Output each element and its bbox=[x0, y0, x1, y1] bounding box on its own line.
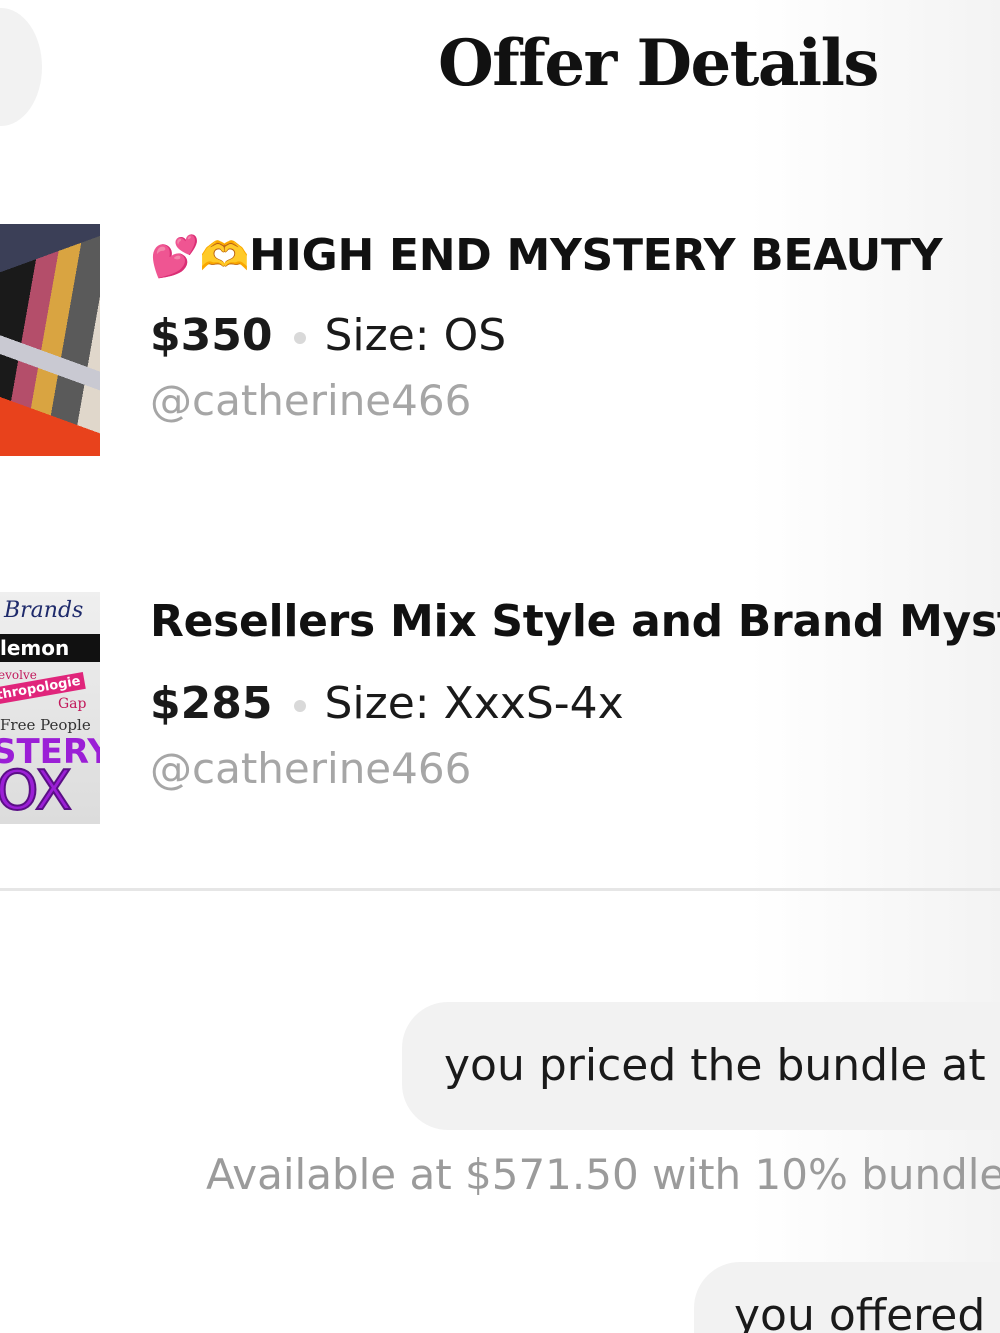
separator-dot-icon bbox=[294, 700, 307, 713]
separator-dot-icon bbox=[294, 332, 307, 345]
offer-details-screen: Offer Details 💕🫶HIGH END MYSTERY BEAUTY … bbox=[0, 0, 1000, 1333]
back-button[interactable] bbox=[0, 8, 42, 126]
two-hearts-emoji: 💕 bbox=[150, 234, 200, 280]
thumb-text: evolve bbox=[0, 668, 37, 682]
listing-size: Size: XxxS-4x bbox=[324, 678, 624, 729]
listing-title-text: HIGH END MYSTERY BEAUTY bbox=[249, 230, 943, 281]
seller-username[interactable]: @catherine466 bbox=[150, 744, 471, 793]
listing-price: $350 bbox=[150, 310, 273, 361]
listing-title: 💕🫶HIGH END MYSTERY BEAUTY bbox=[150, 230, 943, 281]
listing-size: Size: OS bbox=[324, 310, 507, 361]
thumb-text: Brands bbox=[4, 598, 84, 623]
price-size-row: $285 Size: XxxS-4x bbox=[150, 678, 624, 729]
message-bubble: you priced the bundle at bbox=[402, 1002, 1000, 1130]
listing-title: Resellers Mix Style and Brand Myst bbox=[150, 596, 1000, 647]
listing-item[interactable]: Brands lemon evolve thropologie Gap Free… bbox=[0, 592, 1000, 824]
page-title: Offer Details bbox=[438, 26, 879, 101]
thumb-text: OX bbox=[0, 759, 73, 822]
message-bubble: you offered bbox=[694, 1262, 1000, 1333]
listing-thumbnail[interactable]: Brands lemon evolve thropologie Gap Free… bbox=[0, 592, 100, 824]
price-size-row: $350 Size: OS bbox=[150, 310, 506, 361]
seller-username[interactable]: @catherine466 bbox=[150, 376, 471, 425]
listing-thumbnail[interactable] bbox=[0, 224, 100, 456]
listing-item[interactable]: 💕🫶HIGH END MYSTERY BEAUTY $350 Size: OS @… bbox=[0, 224, 1000, 456]
thumb-text: Gap bbox=[58, 696, 87, 712]
thumb-text: lemon bbox=[0, 634, 100, 662]
heart-hands-emoji: 🫶 bbox=[199, 234, 250, 280]
listing-price: $285 bbox=[150, 678, 273, 729]
bundle-discount-note: Available at $571.50 with 10% bundle d bbox=[206, 1150, 1000, 1199]
section-divider bbox=[0, 888, 1000, 891]
